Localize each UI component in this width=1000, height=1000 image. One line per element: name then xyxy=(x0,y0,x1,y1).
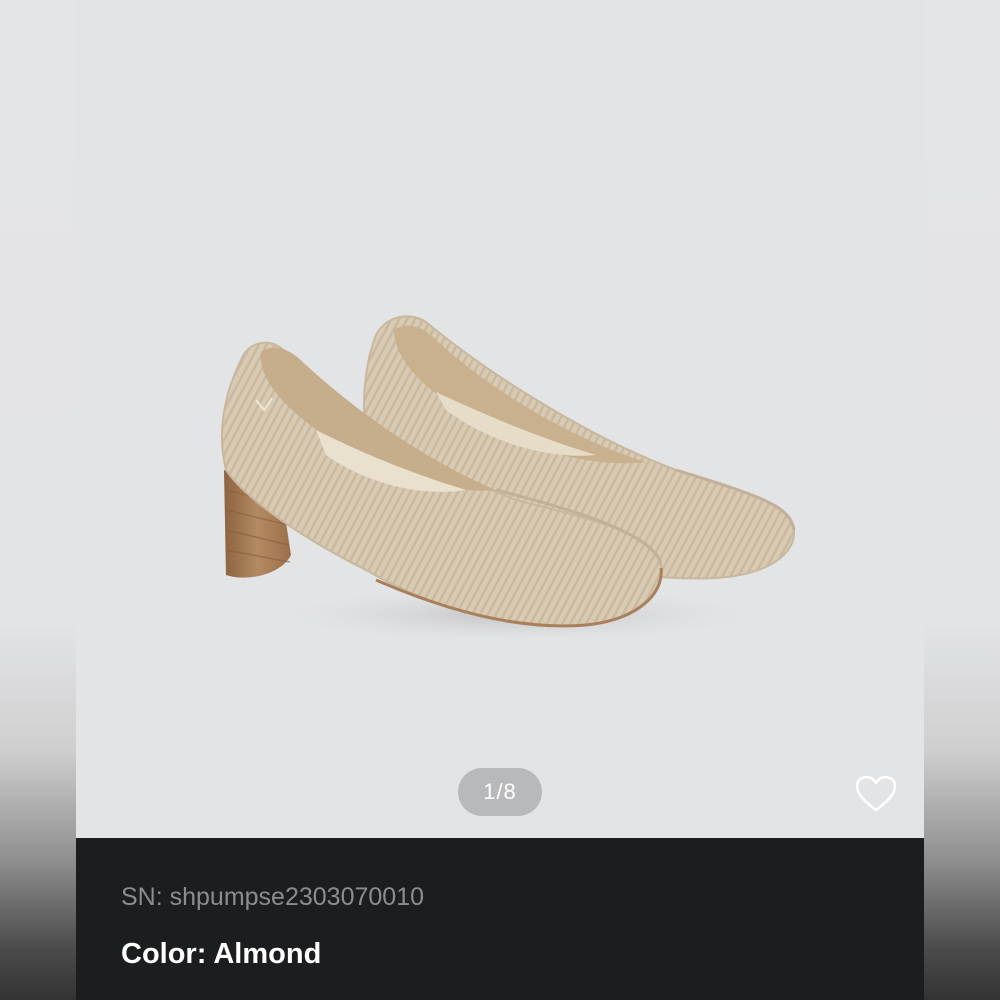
product-photo xyxy=(220,315,796,645)
backdrop-left xyxy=(0,0,76,1000)
image-counter-badge: 1/8 xyxy=(458,768,542,816)
product-color: Color: Almond xyxy=(121,938,322,970)
product-card: 1/8 SN: shpumpse2303070010 Color: Almond xyxy=(76,0,924,1000)
favorite-heart-icon[interactable] xyxy=(854,774,898,814)
serial-number: SN: shpumpse2303070010 xyxy=(121,883,425,911)
backdrop-right xyxy=(924,0,1000,1000)
product-info-panel: SN: shpumpse2303070010 Color: Almond xyxy=(76,838,924,1000)
product-image-carousel[interactable]: 1/8 xyxy=(76,0,924,838)
screen: 1/8 SN: shpumpse2303070010 Color: Almond xyxy=(0,0,1000,1000)
